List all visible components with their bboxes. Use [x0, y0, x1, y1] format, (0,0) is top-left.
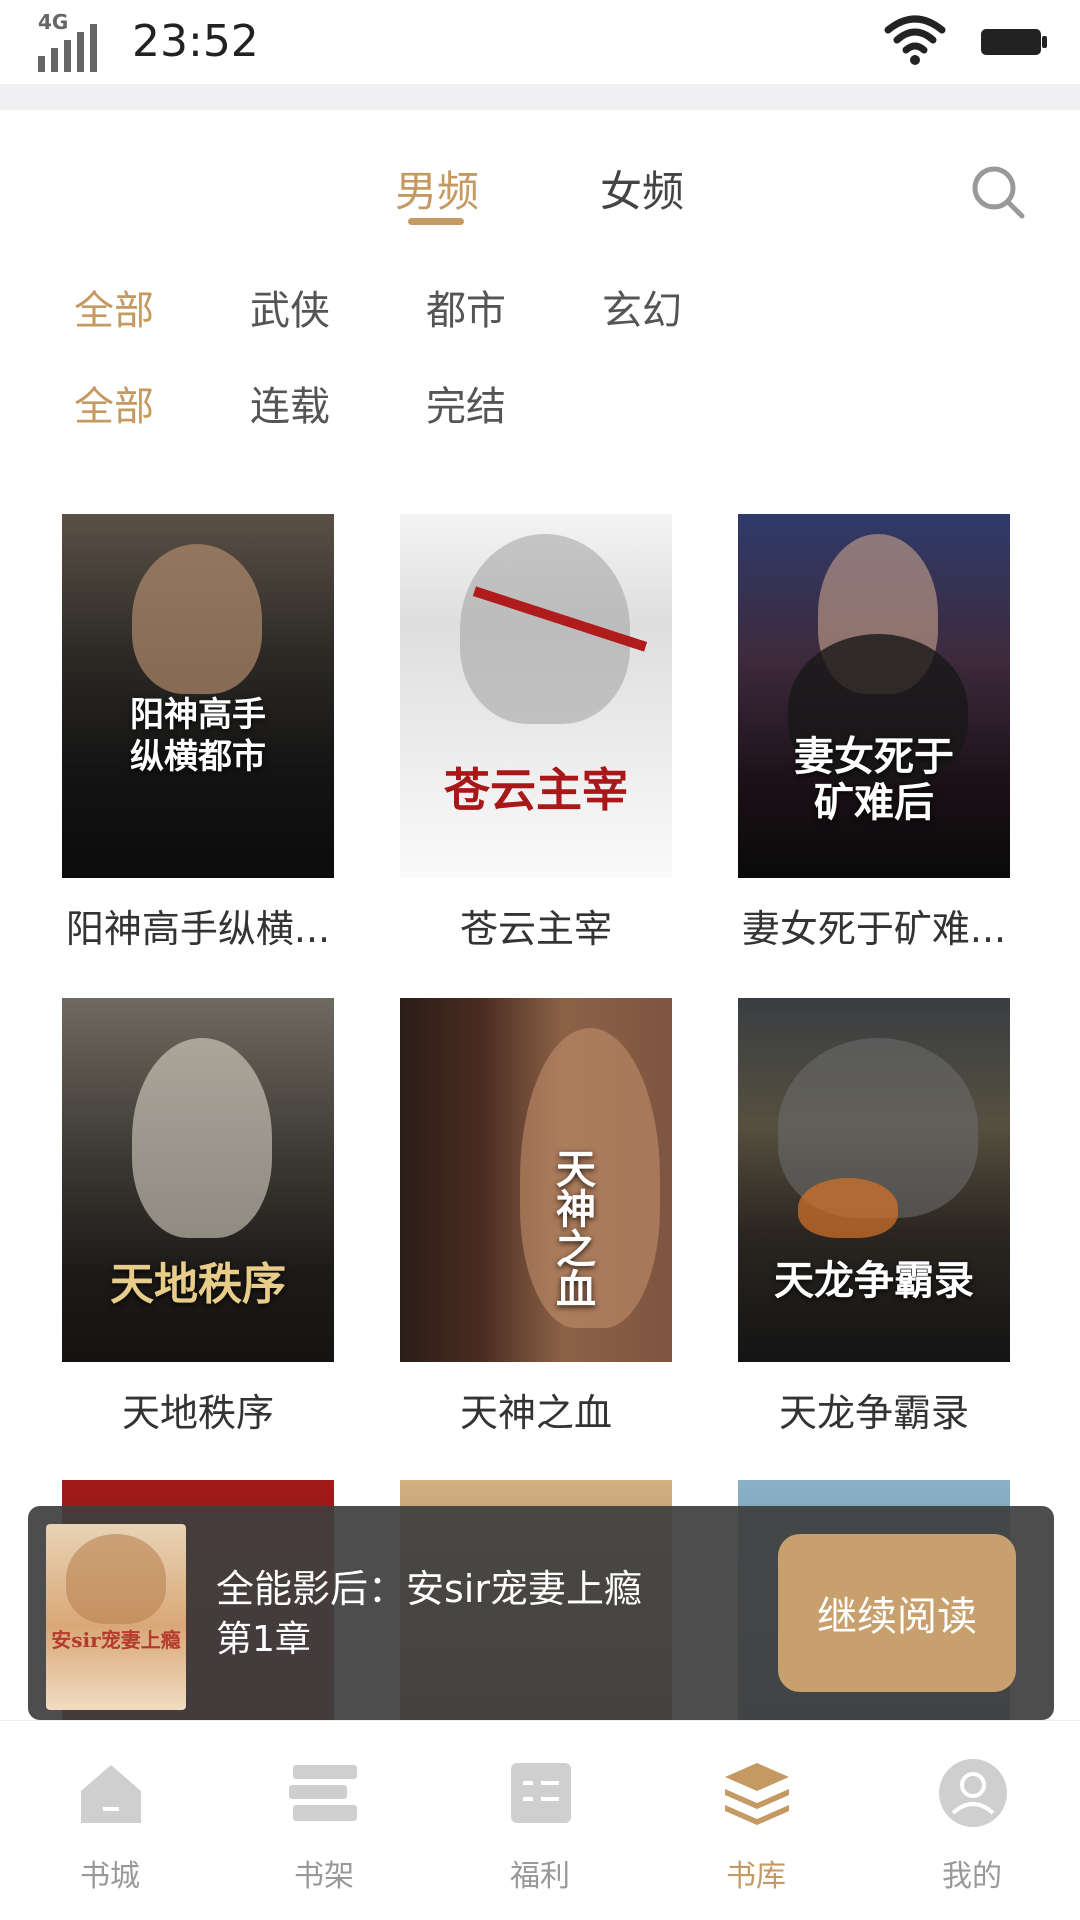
bottom-nav: 书城 书架 福利 书库 我的 — [0, 1720, 1080, 1920]
book-cover[interactable]: 天龙争霸录 — [738, 998, 1010, 1362]
tab-female[interactable]: 女频 — [600, 158, 684, 219]
book-title[interactable]: 阳神高手纵横... — [48, 898, 348, 953]
book-title[interactable]: 天龙争霸录 — [724, 1382, 1024, 1437]
filter-category-urban[interactable]: 都市 — [426, 278, 506, 336]
book-cover[interactable]: 苍云主宰 — [400, 514, 672, 878]
library-icon — [725, 1763, 789, 1825]
cover-title: 苍云主宰 — [444, 763, 628, 817]
status-filter: 全部 连载 完结 — [0, 374, 1080, 434]
book-title[interactable]: 苍云主宰 — [386, 898, 686, 953]
cover-title: 天神之血 — [549, 1148, 596, 1308]
cover-title: 妻女死于 矿难后 — [794, 733, 954, 826]
home-icon — [81, 1765, 141, 1823]
book-cover[interactable]: 天神之血 — [400, 998, 672, 1362]
tab-male[interactable]: 男频 — [395, 158, 479, 219]
book-title[interactable]: 天神之血 — [386, 1382, 686, 1437]
channel-tabs: 男频 女频 — [0, 110, 1080, 240]
book-title[interactable]: 天地秩序 — [48, 1382, 348, 1437]
filter-category-wuxia[interactable]: 武侠 — [250, 278, 330, 336]
nav-label: 书架 — [294, 1859, 354, 1894]
book-cover[interactable]: 天地秩序 — [62, 998, 334, 1362]
continue-chapter: 第1章 — [216, 1619, 311, 1660]
continue-book-cover[interactable]: 安sir宠妻上瘾 — [46, 1524, 186, 1710]
nav-bookshelf[interactable]: 书架 — [254, 1757, 394, 1907]
nav-label: 福利 — [510, 1859, 570, 1894]
welfare-icon — [511, 1763, 571, 1823]
status-bar: 4G 23:52 — [0, 0, 1080, 84]
clock: 23:52 — [132, 16, 259, 67]
bookshelf-icon — [289, 1765, 357, 1821]
book-cover[interactable]: 妻女死于 矿难后 — [738, 514, 1010, 878]
filter-category-all[interactable]: 全部 — [74, 278, 154, 336]
nav-label: 我的 — [942, 1859, 1002, 1894]
signal-icon — [38, 24, 97, 72]
wifi-icon — [884, 15, 946, 65]
filter-status-completed[interactable]: 完结 — [426, 374, 506, 432]
cover-title: 阳神高手 纵横都市 — [130, 695, 266, 777]
filter-category-fantasy[interactable]: 玄幻 — [602, 278, 682, 336]
cover-title: 天地秩序 — [110, 1259, 286, 1310]
profile-icon — [939, 1759, 1007, 1827]
continue-cover-title: 安sir宠妻上瘾 — [51, 1628, 181, 1652]
nav-library[interactable]: 书库 — [686, 1757, 826, 1907]
filter-status-ongoing[interactable]: 连载 — [250, 374, 330, 432]
continue-book-title: 全能影后：安sir宠妻上瘾 — [216, 1567, 642, 1611]
nav-label: 书城 — [80, 1859, 140, 1894]
nav-welfare[interactable]: 福利 — [470, 1757, 610, 1907]
header-divider — [0, 84, 1080, 110]
category-filter: 全部 武侠 都市 玄幻 — [0, 278, 1080, 338]
nav-label: 书库 — [726, 1859, 786, 1894]
continue-reading-bar[interactable]: 安sir宠妻上瘾 全能影后：安sir宠妻上瘾 第1章 继续阅读 — [28, 1506, 1054, 1720]
search-icon[interactable] — [968, 162, 1028, 222]
battery-icon — [981, 29, 1047, 55]
active-tab-indicator — [408, 218, 464, 225]
book-cover[interactable]: 阳神高手 纵横都市 — [62, 514, 334, 878]
cover-title: 天龙争霸录 — [774, 1257, 974, 1304]
nav-bookstore[interactable]: 书城 — [40, 1757, 180, 1907]
nav-profile[interactable]: 我的 — [902, 1757, 1042, 1907]
book-title[interactable]: 妻女死于矿难... — [724, 898, 1024, 953]
filter-status-all[interactable]: 全部 — [74, 374, 154, 432]
continue-reading-button[interactable]: 继续阅读 — [778, 1534, 1016, 1692]
